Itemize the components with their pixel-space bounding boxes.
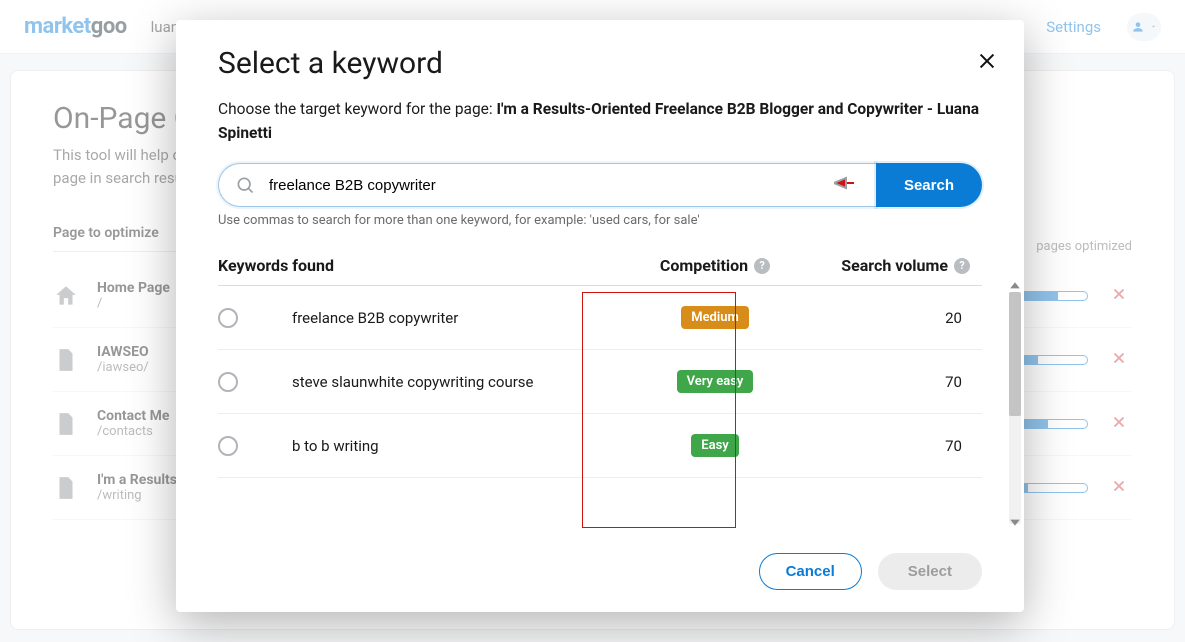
modal-intro-prefix: Choose the target keyword for the page: [218,100,497,118]
keyword-name: freelance B2B copywriter [292,309,638,327]
scroll-down-button[interactable] [1009,516,1021,528]
keyword-row[interactable]: b to b writing Easy 70 [218,414,982,478]
modal-intro: Choose the target keyword for the page: … [218,97,982,145]
keyword-radio[interactable] [218,372,238,392]
search-icon [235,175,255,195]
cancel-button[interactable]: Cancel [759,553,862,590]
keyword-name: steve slaunwhite copywriting course [292,373,638,391]
close-icon [976,50,998,72]
keyword-radio[interactable] [218,436,238,456]
search-button[interactable]: Search [876,163,982,207]
competition-badge: Easy [691,434,738,457]
scroll-up-button[interactable] [1009,280,1021,292]
select-button[interactable]: Select [878,553,982,590]
competition-badge: Very easy [677,370,754,393]
help-icon[interactable]: ? [754,258,770,274]
competition-badge: Medium [681,306,749,329]
modal-footer: Cancel Select [176,535,1024,612]
keyword-modal: Select a keyword Choose the target keywo… [176,20,1024,612]
search-hint: Use commas to search for more than one k… [218,213,982,228]
help-icon[interactable]: ? [954,258,970,274]
search-row: Search [218,163,982,207]
search-input[interactable] [267,176,822,195]
scrollbar-thumb[interactable] [1009,292,1021,416]
col-competition: Competition ? [638,256,792,275]
keyword-name: b to b writing [292,437,638,455]
keyword-row[interactable]: steve slaunwhite copywriting course Very… [218,350,982,414]
keyword-competition: Medium [638,306,792,329]
modal-title: Select a keyword [218,46,982,81]
keyword-competition: Easy [638,434,792,457]
keyword-row[interactable]: freelance B2B copywriter Medium 20 [218,286,982,350]
keyword-competition: Very easy [638,370,792,393]
keyword-volume: 70 [792,437,982,455]
col-keywords: Keywords found [218,256,638,275]
keyword-volume: 70 [792,373,982,391]
search-box[interactable] [218,163,876,207]
col-volume: Search volume ? [792,256,982,275]
keyword-radio[interactable] [218,308,238,328]
results-header: Keywords found Competition ? Search volu… [218,256,982,286]
col-volume-label: Search volume [841,256,948,275]
annotation-arrow-icon [834,175,854,195]
keyword-volume: 20 [792,309,982,327]
col-competition-label: Competition [660,256,748,275]
close-modal-button[interactable] [976,50,998,76]
